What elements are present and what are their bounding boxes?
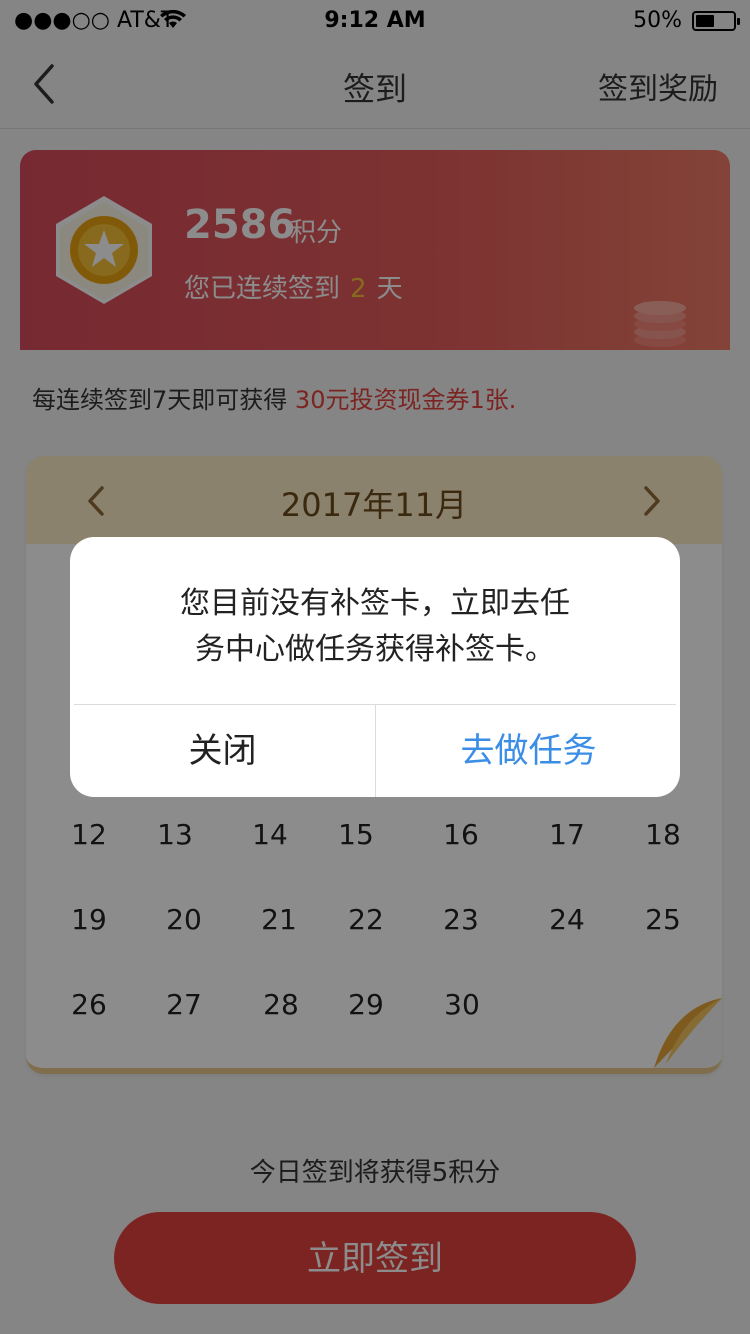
makeup-card-dialog: 您目前没有补签卡，立即去任 务中心做任务获得补签卡。 关闭 去做任务 [70, 537, 680, 797]
dialog-message: 您目前没有补签卡，立即去任 务中心做任务获得补签卡。 [130, 581, 620, 673]
close-button[interactable]: 关闭 [70, 705, 375, 797]
go-task-button[interactable]: 去做任务 [376, 705, 680, 797]
dialog-message-line: 务中心做任务获得补签卡。 [195, 632, 555, 667]
dialog-message-line: 您目前没有补签卡，立即去任 [180, 586, 570, 621]
